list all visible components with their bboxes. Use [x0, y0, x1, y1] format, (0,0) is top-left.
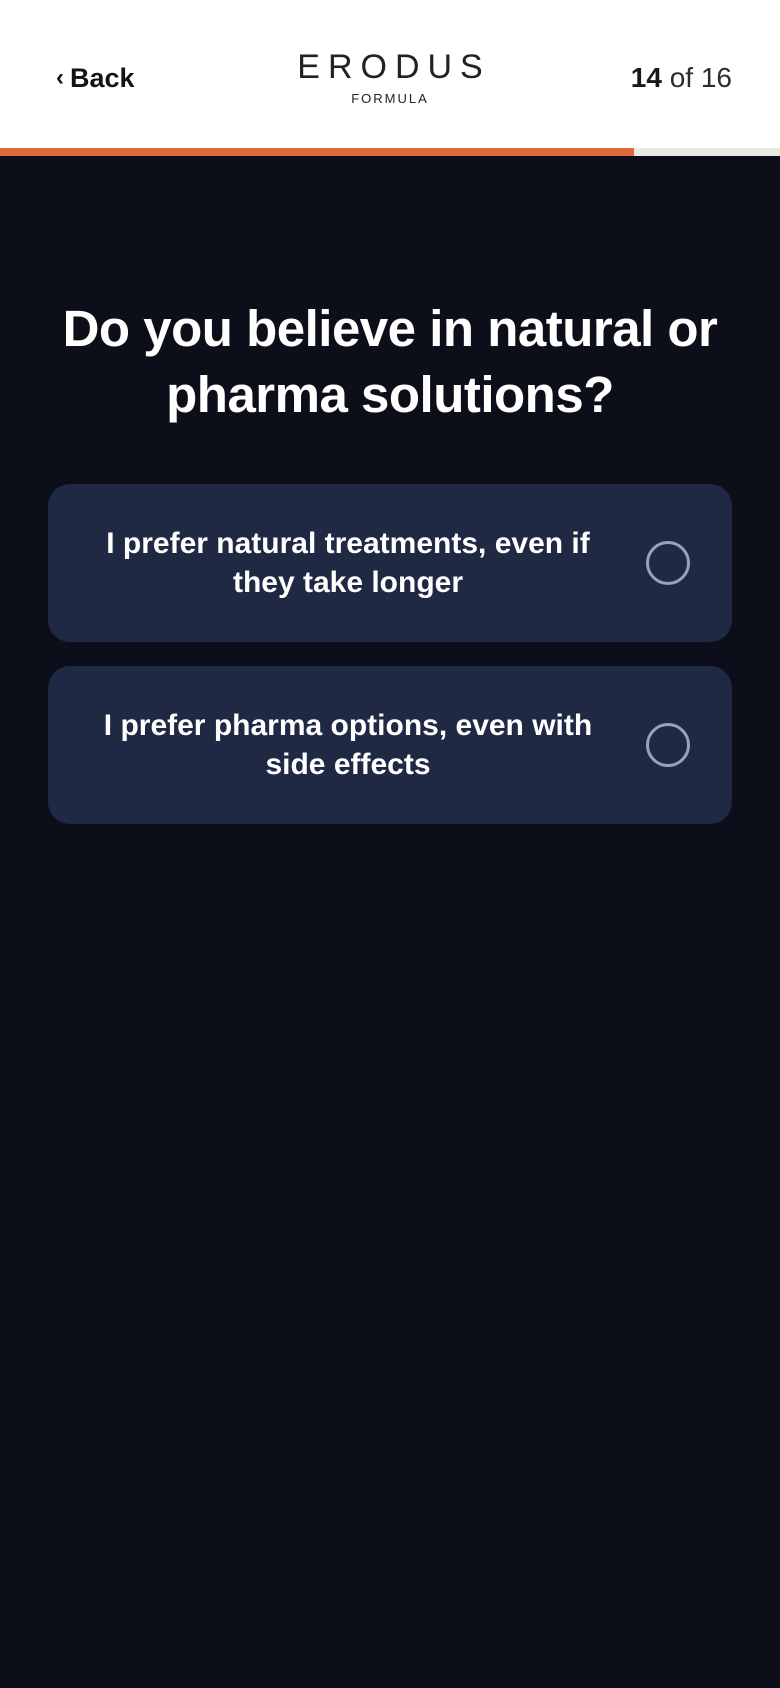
- progress-fill: [0, 148, 634, 156]
- radio-circle-icon[interactable]: [646, 723, 690, 767]
- progress-bar: [0, 148, 780, 156]
- quiz-main: Do you believe in natural or pharma solu…: [0, 296, 780, 824]
- step-total: of 16: [669, 62, 732, 93]
- answer-options: I prefer natural treatments, even if the…: [48, 484, 732, 824]
- answer-option-pharma[interactable]: I prefer pharma options, even with side …: [48, 666, 732, 824]
- step-current: 14: [630, 62, 662, 93]
- answer-option-label: I prefer pharma options, even with side …: [103, 709, 593, 781]
- answer-option-natural[interactable]: I prefer natural treatments, even if the…: [48, 484, 732, 642]
- radio-circle-icon[interactable]: [646, 541, 690, 585]
- header: ‹ Back ERODUS FORMULA 14 of 16: [0, 0, 780, 156]
- answer-option-label: I prefer natural treatments, even if the…: [106, 527, 590, 599]
- question-title: Do you believe in natural or pharma solu…: [62, 300, 718, 423]
- step-counter: 14 of 16: [631, 58, 732, 98]
